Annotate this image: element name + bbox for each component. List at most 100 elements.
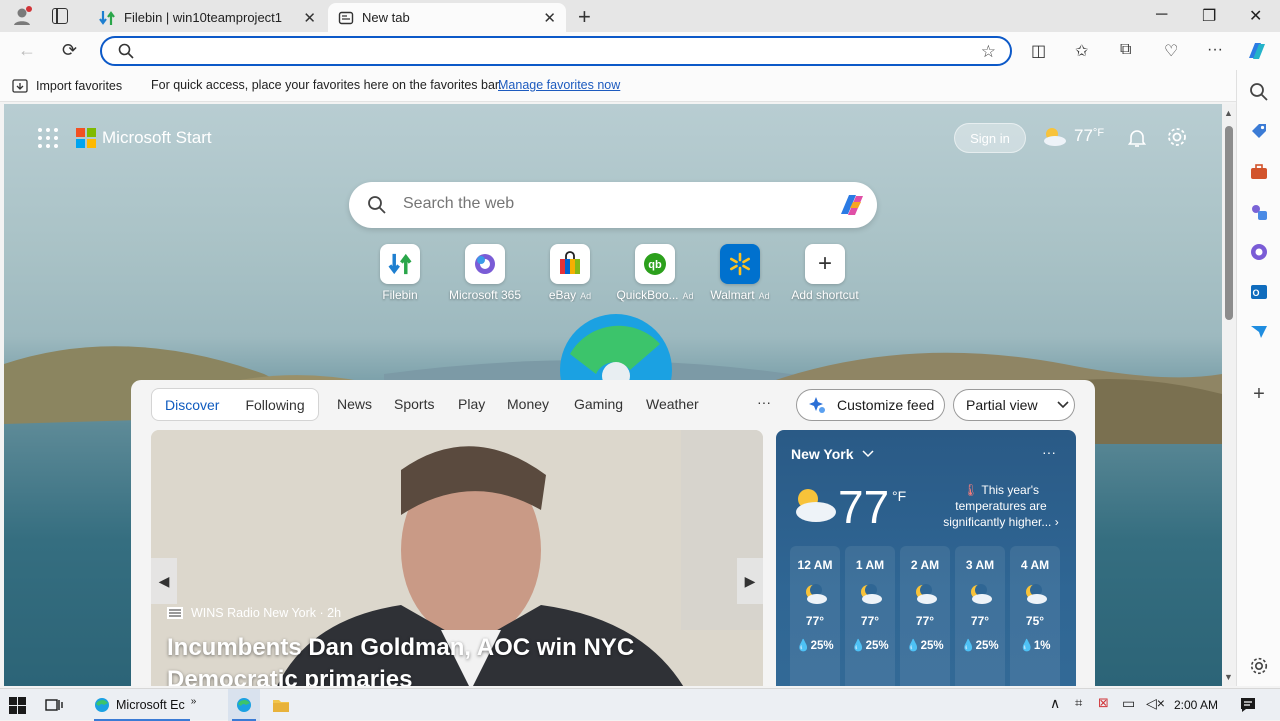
- weather-insight[interactable]: 🌡 This year's temperatures are significa…: [936, 482, 1066, 530]
- favorites-icon[interactable]: ✩: [1075, 41, 1088, 61]
- favorites-bar: Import favorites For quick access, place…: [0, 70, 1280, 102]
- sidebar-settings-icon[interactable]: [1249, 656, 1269, 676]
- more-tabs-button[interactable]: ···: [757, 394, 771, 410]
- minimize-button[interactable]: ─: [1156, 6, 1167, 24]
- browser-essentials-icon[interactable]: ♡: [1164, 41, 1178, 61]
- wins-radio-logo-icon: [167, 607, 183, 619]
- new-tab-button[interactable]: +: [578, 4, 591, 30]
- shopping-tag-icon[interactable]: [1249, 122, 1269, 142]
- tools-briefcase-icon[interactable]: [1249, 162, 1269, 182]
- sign-in-button[interactable]: Sign in: [954, 123, 1026, 153]
- shortcut-add[interactable]: + Add shortcut: [780, 244, 870, 302]
- forecast-temp: 75°: [1025, 614, 1045, 628]
- import-favorites-button[interactable]: Import favorites: [12, 78, 122, 94]
- hourly-forecast-1[interactable]: 1 AM 77° 💧25%: [845, 546, 895, 686]
- page-scrollbar[interactable]: ▲ ▼: [1222, 104, 1236, 686]
- ebay-bag-icon: [560, 251, 580, 274]
- windows-start-icon[interactable]: [9, 697, 26, 714]
- profile-icon[interactable]: [11, 5, 33, 27]
- volume-muted-icon[interactable]: ◁×: [1146, 695, 1165, 712]
- add-sidebar-app-icon[interactable]: +: [1249, 384, 1269, 404]
- task-view-icon[interactable]: [45, 697, 63, 713]
- address-input[interactable]: [144, 42, 964, 60]
- split-screen-icon[interactable]: ◫: [1031, 41, 1046, 61]
- back-arrow-icon[interactable]: ←: [18, 40, 36, 61]
- restore-button[interactable]: ❐: [1202, 6, 1216, 26]
- story-headline[interactable]: Incumbents Dan Goldman, AOC win NYC Demo…: [167, 632, 757, 686]
- taskbar-clock[interactable]: 2:00 AM: [1174, 698, 1218, 712]
- customize-sparkle-icon: [809, 397, 825, 413]
- shortcut-label: Add shortcut: [791, 288, 859, 302]
- hero-story-card[interactable]: ◀ ▶ WINS Radio New York · 2h Incumbents …: [151, 430, 763, 686]
- forecast-precip: 💧25%: [790, 638, 840, 652]
- collections-icon[interactable]: ⧉: [1120, 41, 1131, 59]
- close-window-button[interactable]: ✕: [1249, 6, 1262, 26]
- sidebar-search-icon[interactable]: [1249, 82, 1269, 102]
- page-settings-gear-icon[interactable]: [1166, 126, 1188, 148]
- tab-filebin[interactable]: Filebin | win10teamproject1 ✕: [88, 3, 326, 32]
- walmart-spark-icon: [730, 252, 750, 276]
- close-tab-icon[interactable]: ✕: [303, 9, 316, 27]
- tab-play[interactable]: Play: [458, 396, 485, 412]
- tab-new-tab[interactable]: New tab ✕: [328, 3, 566, 32]
- hourly-forecast-4[interactable]: 4 AM 75° 💧1%: [1010, 546, 1060, 686]
- settings-more-icon[interactable]: ···: [1207, 41, 1223, 59]
- shortcut-filebin[interactable]: Filebin: [355, 244, 445, 302]
- network-icon[interactable]: ▭: [1122, 695, 1135, 712]
- action-center-icon[interactable]: [1240, 697, 1256, 713]
- pill-discover[interactable]: Discover: [152, 397, 232, 413]
- weather-summary[interactable]: 77 °F: [1040, 125, 1104, 147]
- scrollbar-thumb[interactable]: [1225, 126, 1233, 320]
- copilot-icon[interactable]: [1245, 40, 1269, 62]
- hourly-forecast-2[interactable]: 2 AM 77° 💧25%: [900, 546, 950, 686]
- brand-title[interactable]: Microsoft Start: [102, 128, 212, 148]
- tray-device-icon[interactable]: ⌗: [1075, 695, 1082, 711]
- refresh-icon[interactable]: ⟳: [62, 40, 77, 61]
- new-tab-page: Microsoft Start Sign in 77°F Filebin Mic…: [4, 104, 1222, 686]
- notifications-bell-icon[interactable]: [1127, 128, 1147, 148]
- tab-actions-icon[interactable]: [52, 8, 68, 24]
- show-hidden-icons-icon[interactable]: ∧: [1050, 695, 1060, 712]
- tab-gaming[interactable]: Gaming: [574, 396, 623, 412]
- shortcut-quickbooks[interactable]: qb QuickBoo... Ad: [610, 244, 700, 302]
- shortcut-microsoft-365[interactable]: Microsoft 365: [440, 244, 530, 302]
- ad-badge: Ad: [580, 291, 592, 301]
- address-bar[interactable]: ☆: [100, 36, 1012, 66]
- web-search-input[interactable]: [403, 195, 823, 213]
- web-search-box[interactable]: [349, 182, 877, 228]
- weather-location[interactable]: New York: [791, 446, 874, 462]
- apps-launcher-icon[interactable]: [38, 128, 58, 148]
- microsoft-365-sidebar-icon[interactable]: [1249, 242, 1269, 262]
- tab-weather[interactable]: Weather: [646, 396, 699, 412]
- close-tab-icon[interactable]: ✕: [543, 9, 556, 27]
- weather-card-temp: 77: [838, 481, 890, 533]
- weather-card[interactable]: New York ··· 77 °F 🌡 This year's tempera…: [776, 430, 1076, 686]
- shortcut-ebay[interactable]: eBay Ad: [525, 244, 615, 302]
- scroll-up-icon[interactable]: ▲: [1224, 108, 1233, 118]
- manage-favorites-link[interactable]: Manage favorites now: [498, 78, 620, 92]
- copilot-icon[interactable]: [837, 192, 867, 218]
- taskbar-edge-app[interactable]: Microsoft Ec »: [88, 689, 198, 721]
- taskbar-edge-pinned[interactable]: [228, 689, 260, 721]
- tab-money[interactable]: Money: [507, 396, 549, 412]
- previous-story-button[interactable]: ◀: [151, 558, 177, 604]
- customize-feed-button[interactable]: Customize feed: [796, 389, 945, 421]
- edge-app-icon: [95, 698, 109, 712]
- tray-alert-icon[interactable]: ⊠: [1098, 695, 1109, 711]
- file-explorer-icon[interactable]: [272, 697, 290, 713]
- hourly-forecast-3[interactable]: 3 AM 77° 💧25%: [955, 546, 1005, 686]
- scroll-down-icon[interactable]: ▼: [1224, 672, 1233, 682]
- outlook-icon[interactable]: O: [1249, 282, 1269, 302]
- drop-send-icon[interactable]: [1249, 322, 1269, 342]
- hourly-forecast-0[interactable]: 12 AM 77° 💧25%: [790, 546, 840, 686]
- tab-news[interactable]: News: [337, 396, 372, 412]
- favorite-star-icon[interactable]: ☆: [981, 42, 996, 62]
- tab-sports[interactable]: Sports: [394, 396, 434, 412]
- weather-more-options-icon[interactable]: ···: [1042, 444, 1056, 460]
- partial-view-dropdown[interactable]: Partial view: [953, 389, 1075, 421]
- shortcut-walmart[interactable]: Walmart Ad: [695, 244, 785, 302]
- chevron-down-icon: [861, 450, 874, 458]
- games-icon[interactable]: [1249, 202, 1269, 222]
- next-story-button[interactable]: ▶: [737, 558, 763, 604]
- pill-following[interactable]: Following: [232, 397, 317, 413]
